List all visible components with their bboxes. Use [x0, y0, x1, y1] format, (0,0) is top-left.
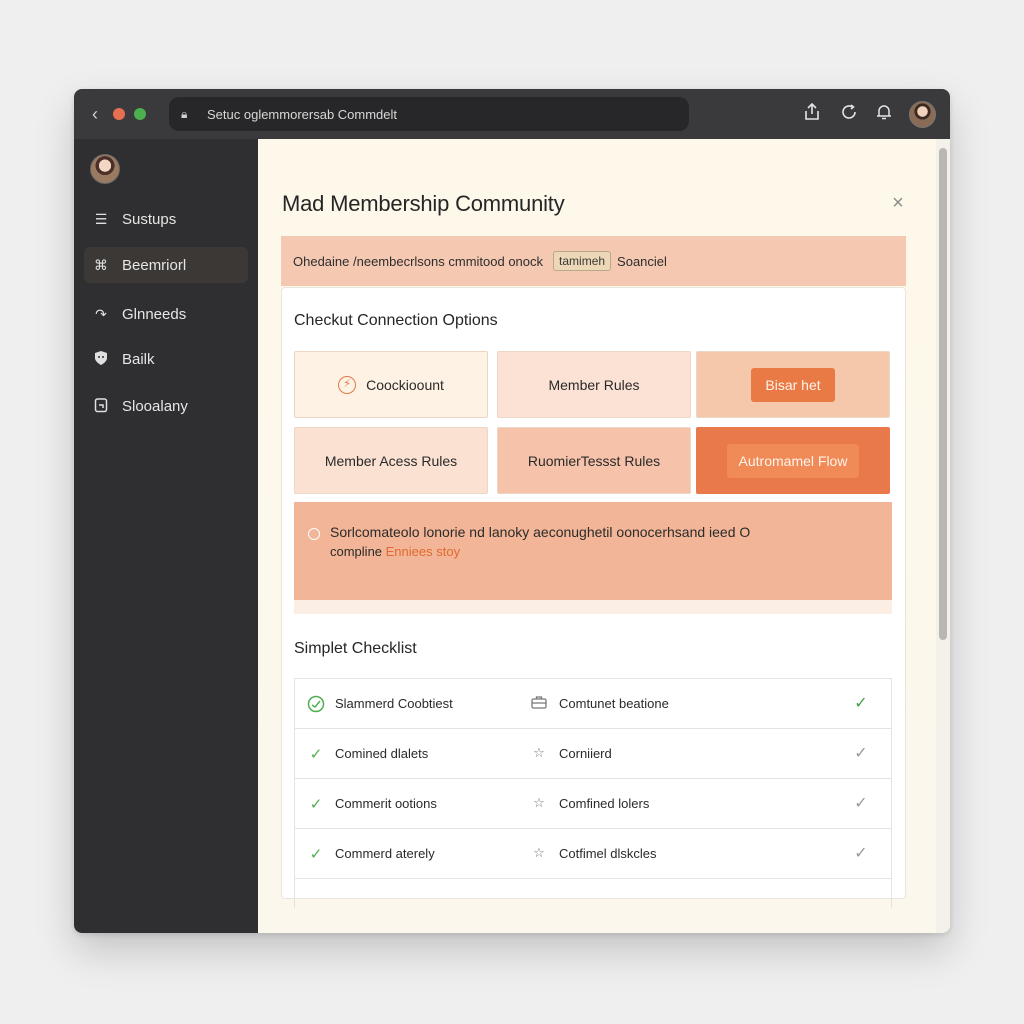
checklist-right-label: Corniierd	[559, 746, 612, 761]
option-requester-rules[interactable]: RuomierTessst Rules	[497, 427, 691, 494]
option-label: Coockioount	[366, 376, 444, 393]
info-banner: Ohedaine /​neembecrlsons cmmitood onock …	[281, 236, 906, 286]
scrollbar[interactable]	[936, 139, 950, 933]
automation-flow-button[interactable]: Autromamel Flow	[726, 443, 860, 478]
sidebar-item-label: Bailk	[122, 350, 155, 368]
option-label: Member Acess Rules	[324, 452, 458, 469]
briefcase-icon	[531, 695, 547, 712]
back-chevron-icon[interactable]: ‹	[86, 103, 104, 125]
section-title-checklist: Simplet Checklist	[294, 640, 417, 657]
checklist-right-label: Comfined lolers	[559, 796, 650, 811]
puzzle-icon: ⌘	[94, 256, 108, 273]
check-icon: ✓	[309, 796, 323, 813]
checklist-left-label: Commerit ootions	[335, 796, 437, 811]
page-title: Mad Membership Community	[282, 191, 565, 216]
option-label: Member Rules	[548, 376, 640, 393]
sidebar-item-label: Glnneeds	[122, 305, 187, 323]
notice-text: Sorlcomateolo lonorie nd lanoky aeconugh…	[330, 524, 751, 540]
bolt-icon: ⚡︎	[338, 375, 357, 394]
main-panel: Mad Membership Community × Ohedaine /​ne…	[258, 139, 936, 933]
check-icon: ✓	[309, 846, 323, 863]
sidebar-item-setups[interactable]: ☰ Sustups	[84, 201, 248, 237]
sidebar-item-label: Slooalany	[122, 397, 188, 415]
list-icon: ☰	[94, 210, 108, 227]
checklist-right-label: Comtunet beatione	[559, 696, 669, 711]
star-icon: ☆	[533, 795, 545, 810]
gauge-icon	[307, 695, 325, 717]
banner-tag[interactable]: tamimeh	[553, 251, 612, 271]
checklist-table: Slammerd Coobtiest Comtunet beatione ✓ ✓…	[294, 678, 892, 908]
clipboard-icon	[92, 397, 110, 416]
notice-text-2: compline Enniees stoy	[330, 544, 460, 559]
option-label: RuomierTessst Rules	[527, 452, 661, 469]
checklist-right-label: Cotfimel dlskcles	[559, 846, 657, 861]
option-checkout-account[interactable]: ⚡︎ Coockioount	[294, 351, 488, 418]
options-card: Checkut Connection Options ⚡︎ Coockiooun…	[281, 287, 906, 908]
banner-link[interactable]: Soanciel	[617, 254, 667, 269]
lock-icon: 🔒︎	[181, 106, 188, 121]
sidebar-item-label: Beemriorl	[122, 256, 187, 274]
check-icon[interactable]: ✓	[851, 793, 871, 813]
option-member-access-rules[interactable]: Member Acess Rules	[294, 427, 488, 494]
checklist-left-label: Slammerd Coobtiest	[335, 696, 453, 711]
table-row: ✓ Comined dlalets ☆ Corniierd ✓	[295, 729, 891, 779]
notice-link[interactable]: Enniees stoy	[386, 544, 460, 559]
table-row: Slammerd Coobtiest Comtunet beatione ✓	[295, 679, 891, 729]
checklist-left-label: Comined dlalets	[335, 746, 429, 761]
checklist-left-label: Commerd aterely	[335, 846, 435, 861]
scrollbar-thumb[interactable]	[939, 148, 947, 640]
title-bar: ‹ 🔒︎ Setuc oglemmorersab Commdelt	[74, 89, 950, 139]
address-text: Setuc oglemmorersab Commdelt	[207, 106, 398, 122]
window-close-dot[interactable]	[113, 108, 125, 120]
shield-icon	[92, 350, 110, 369]
star-icon: ☆	[533, 845, 545, 860]
refresh-icon[interactable]	[838, 103, 860, 125]
option-action-button[interactable]: Bisar het	[751, 367, 835, 402]
table-row: ✓ Commerit ootions ☆ Comfined lolers ✓	[295, 779, 891, 829]
section-title-connection: Checkut Connection Options	[294, 312, 498, 329]
sidebar: ☰ Sustups ⌘ Beemriorl ↷ Glnneeds Bailk S…	[74, 139, 258, 933]
window-maximize-dot[interactable]	[134, 108, 146, 120]
check-icon[interactable]: ✓	[851, 743, 871, 763]
share-arrow-icon: ↷	[95, 305, 107, 322]
notice-prefix: compline	[330, 544, 386, 559]
option-action-tile: Bisar het	[696, 351, 890, 418]
check-icon[interactable]: ✓	[851, 693, 871, 713]
notice-panel: Sorlcomateolo lonorie nd lanoky aeconugh…	[294, 502, 892, 614]
sidebar-item-beemriorl[interactable]: ⌘ Beemriorl	[84, 247, 248, 283]
sidebar-avatar[interactable]	[90, 154, 120, 184]
banner-text: Ohedaine /​neembecrlsons cmmitood onock	[293, 253, 544, 269]
sidebar-item-slooalany[interactable]: Slooalany	[84, 388, 248, 424]
option-automation-tile: Autromamel Flow	[696, 427, 890, 494]
sidebar-item-bailk[interactable]: Bailk	[84, 341, 248, 377]
address-bar[interactable]: 🔒︎ Setuc oglemmorersab Commdelt	[169, 97, 689, 131]
close-icon[interactable]: ×	[888, 193, 908, 213]
check-icon[interactable]: ✓	[851, 843, 871, 863]
app-window: ‹ 🔒︎ Setuc oglemmorersab Commdelt ☰ Sust…	[74, 89, 950, 933]
star-icon: ☆	[533, 745, 545, 760]
sidebar-item-label: Sustups	[122, 210, 177, 228]
option-member-rules[interactable]: Member Rules	[497, 351, 691, 418]
sidebar-item-glnneeds[interactable]: ↷ Glnneeds	[84, 296, 248, 332]
bell-icon[interactable]	[873, 103, 895, 125]
notice-radio[interactable]	[308, 528, 320, 540]
user-avatar[interactable]	[909, 101, 936, 128]
share-icon[interactable]	[801, 102, 823, 125]
check-icon: ✓	[309, 746, 323, 763]
table-row: ✓ Commerd aterely ☆ Cotfimel dlskcles ✓	[295, 829, 891, 879]
